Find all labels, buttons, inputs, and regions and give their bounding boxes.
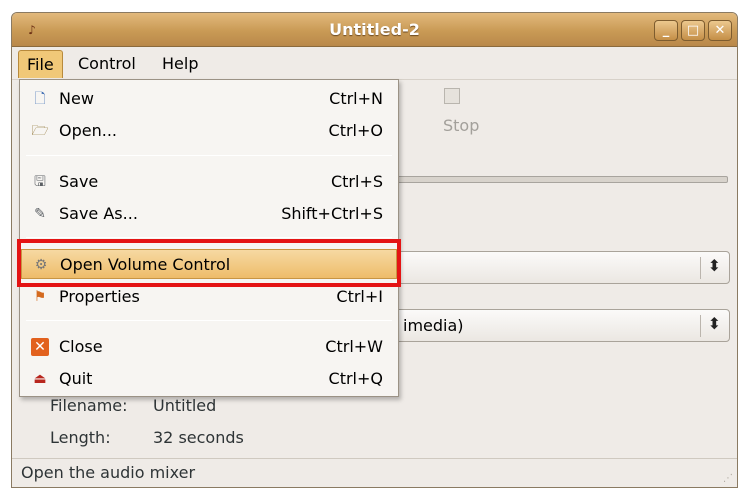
menu-item-label: Save As...	[59, 204, 138, 223]
menu-control[interactable]: Control	[70, 50, 144, 78]
filename-label: Filename:	[50, 396, 128, 415]
title-bar[interactable]: ♪ Untitled-2 _ □ ✕	[12, 13, 737, 47]
length-label: Length:	[50, 428, 111, 447]
volume-control-icon: ⚙	[34, 257, 48, 273]
menu-item-label: Open Volume Control	[60, 255, 231, 274]
resize-grip-icon[interactable]: ⋰	[723, 473, 733, 484]
maximize-button[interactable]: □	[681, 20, 705, 41]
menu-item-open[interactable]: 🗁 Open... Ctrl+O	[21, 116, 397, 146]
save-as-icon: ✎	[34, 206, 46, 222]
position-slider[interactable]	[392, 176, 728, 183]
menu-bar: File Control Help	[12, 48, 737, 80]
menu-help[interactable]: Help	[154, 50, 206, 78]
menu-item-accel: Shift+Ctrl+S	[281, 204, 383, 223]
menu-item-accel: Ctrl+N	[329, 89, 383, 108]
menu-item-save-as[interactable]: ✎ Save As... Shift+Ctrl+S	[21, 199, 397, 229]
stop-icon[interactable]	[444, 88, 460, 104]
menu-item-label: New	[59, 89, 94, 108]
menu-item-accel: Ctrl+O	[328, 121, 383, 140]
menu-item-save[interactable]: 🖫 Save Ctrl+S	[21, 167, 397, 197]
menu-item-accel: Ctrl+S	[330, 172, 383, 191]
open-folder-icon: 🗁	[31, 123, 49, 139]
menu-item-new[interactable]: 🗋 New Ctrl+N	[21, 84, 397, 114]
minimize-button[interactable]: _	[654, 20, 678, 41]
menu-item-accel: Ctrl+W	[325, 337, 383, 356]
properties-icon: ⚑	[33, 289, 47, 305]
new-document-icon: 🗋	[34, 91, 46, 107]
window-title: Untitled-2	[329, 20, 420, 39]
status-text: Open the audio mixer	[21, 463, 196, 482]
combo-separator	[700, 257, 701, 279]
menu-item-label: Close	[59, 337, 103, 356]
menu-item-accel: Ctrl+I	[336, 287, 383, 306]
menu-item-accel: Ctrl+Q	[328, 369, 383, 388]
format-combo-value: imedia)	[403, 316, 464, 335]
close-icon: ✕	[31, 338, 49, 356]
input-combo[interactable]: ⬍	[392, 251, 730, 284]
menu-item-label: Quit	[59, 369, 93, 388]
menu-item-close[interactable]: ✕ Close Ctrl+W	[21, 332, 397, 362]
filename-value: Untitled	[153, 396, 217, 415]
menu-item-properties[interactable]: ⚑ Properties Ctrl+I	[21, 282, 397, 312]
format-combo[interactable]: imedia) ⬍	[392, 309, 730, 342]
menu-file[interactable]: File	[18, 50, 63, 78]
menu-separator	[26, 320, 392, 321]
menu-separator	[26, 155, 392, 156]
window-close-button[interactable]: ✕	[708, 20, 732, 41]
updown-arrow-icon: ⬍	[707, 314, 721, 333]
file-menu-dropdown: 🗋 New Ctrl+N 🗁 Open... Ctrl+O 🖫 Save Ctr…	[19, 79, 399, 397]
menu-item-label: Save	[59, 172, 99, 191]
menu-item-label: Properties	[59, 287, 140, 306]
toolbar-stop-label[interactable]: Stop	[443, 116, 479, 135]
menu-item-label: Open...	[59, 121, 117, 140]
quit-icon: ⏏	[33, 371, 47, 387]
menu-separator	[26, 237, 392, 238]
menu-item-quit[interactable]: ⏏ Quit Ctrl+Q	[21, 364, 397, 394]
status-bar: Open the audio mixer ⋰	[12, 458, 737, 487]
save-icon: 🖫	[34, 174, 46, 190]
length-value: 32 seconds	[153, 428, 244, 447]
combo-separator	[700, 315, 701, 337]
updown-arrow-icon: ⬍	[707, 256, 721, 275]
menu-item-open-volume-control[interactable]: ⚙ Open Volume Control	[21, 249, 397, 279]
